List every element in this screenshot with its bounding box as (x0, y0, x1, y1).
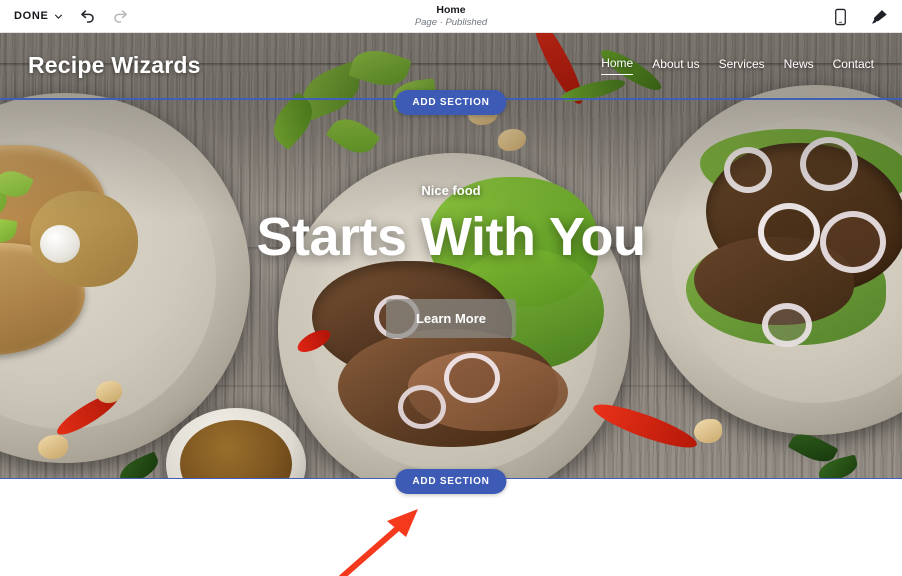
site-navigation: Home About us Services News Contact (601, 56, 874, 75)
toolbar-right-group (833, 0, 889, 33)
redo-arrow-icon (113, 10, 127, 23)
hero-eyebrow: Nice food (421, 183, 481, 198)
undo-arrow-icon (80, 10, 94, 23)
chevron-down-icon (54, 14, 62, 19)
nav-item-about-us[interactable]: About us (652, 57, 699, 75)
site-canvas: Recipe Wizards Home About us Services Ne… (0, 33, 902, 576)
nav-item-news[interactable]: News (784, 57, 814, 75)
redo-button[interactable] (111, 6, 131, 26)
site-header: Recipe Wizards Home About us Services Ne… (0, 33, 902, 98)
paint-brush-icon (872, 9, 887, 24)
done-button[interactable]: DONE (14, 10, 63, 22)
page-status: Page · Published (414, 17, 488, 28)
red-arrow-icon (339, 509, 418, 576)
nav-item-contact[interactable]: Contact (833, 57, 874, 75)
hero-headline: Starts With You (256, 207, 646, 267)
site-logo[interactable]: Recipe Wizards (28, 52, 201, 79)
toolbar-left-group: DONE (0, 6, 131, 26)
learn-more-button[interactable]: Learn More (385, 299, 517, 338)
page-title: Home (436, 4, 466, 16)
nav-item-home[interactable]: Home (601, 56, 634, 75)
undo-button[interactable] (77, 6, 97, 26)
editor-toolbar: DONE Home Page · Published (0, 0, 902, 33)
mobile-preview-button[interactable] (833, 8, 848, 26)
mobile-preview-icon (835, 8, 846, 25)
theme-design-button[interactable] (870, 8, 889, 26)
add-section-button-bottom[interactable]: ADD SECTION (395, 469, 507, 494)
page-info: Home Page · Published (0, 0, 902, 33)
done-button-label: DONE (14, 10, 49, 22)
add-section-button-top[interactable]: ADD SECTION (395, 90, 507, 115)
nav-item-services[interactable]: Services (719, 57, 765, 75)
hero-content: Nice food Starts With You Learn More (0, 183, 902, 338)
